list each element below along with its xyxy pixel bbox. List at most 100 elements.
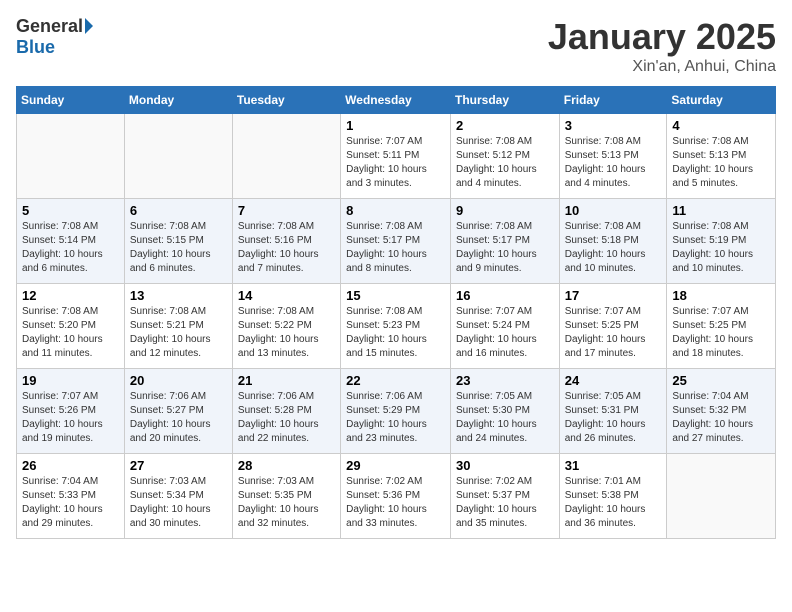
- calendar-cell: 21 Sunrise: 7:06 AMSunset: 5:28 PMDayligh…: [232, 369, 340, 454]
- day-number: 17: [565, 288, 662, 303]
- day-detail: Sunrise: 7:08 AMSunset: 5:15 PMDaylight:…: [130, 220, 227, 276]
- calendar-cell: 2 Sunrise: 7:08 AMSunset: 5:12 PMDaylight…: [450, 114, 559, 199]
- calendar-cell: 31 Sunrise: 7:01 AMSunset: 5:38 PMDayligh…: [559, 454, 667, 539]
- calendar-cell: 29 Sunrise: 7:02 AMSunset: 5:36 PMDayligh…: [341, 454, 451, 539]
- day-detail: Sunrise: 7:08 AMSunset: 5:22 PMDaylight:…: [238, 305, 335, 361]
- day-detail: Sunrise: 7:07 AMSunset: 5:24 PMDaylight:…: [456, 305, 554, 361]
- day-detail: Sunrise: 7:08 AMSunset: 5:19 PMDaylight:…: [672, 220, 770, 276]
- calendar-week-row: 19 Sunrise: 7:07 AMSunset: 5:26 PMDayligh…: [17, 369, 776, 454]
- day-detail: Sunrise: 7:07 AMSunset: 5:11 PMDaylight:…: [346, 135, 445, 191]
- day-header: Sunday: [17, 87, 125, 114]
- day-header: Wednesday: [341, 87, 451, 114]
- day-number: 28: [238, 458, 335, 473]
- calendar-cell: [17, 114, 125, 199]
- logo-triangle-icon: [85, 18, 93, 34]
- logo-general-text: General: [16, 16, 83, 37]
- logo: General Blue: [16, 16, 93, 58]
- title-block: January 2025 Xin'an, Anhui, China: [548, 16, 776, 76]
- calendar-cell: 27 Sunrise: 7:03 AMSunset: 5:34 PMDayligh…: [124, 454, 232, 539]
- calendar-cell: 22 Sunrise: 7:06 AMSunset: 5:29 PMDayligh…: [341, 369, 451, 454]
- day-detail: Sunrise: 7:08 AMSunset: 5:12 PMDaylight:…: [456, 135, 554, 191]
- day-detail: Sunrise: 7:08 AMSunset: 5:17 PMDaylight:…: [346, 220, 445, 276]
- calendar-cell: 30 Sunrise: 7:02 AMSunset: 5:37 PMDayligh…: [450, 454, 559, 539]
- day-detail: Sunrise: 7:07 AMSunset: 5:26 PMDaylight:…: [22, 390, 119, 446]
- day-number: 12: [22, 288, 119, 303]
- day-number: 16: [456, 288, 554, 303]
- calendar-cell: 25 Sunrise: 7:04 AMSunset: 5:32 PMDayligh…: [667, 369, 776, 454]
- day-detail: Sunrise: 7:08 AMSunset: 5:17 PMDaylight:…: [456, 220, 554, 276]
- day-number: 25: [672, 373, 770, 388]
- day-detail: Sunrise: 7:02 AMSunset: 5:36 PMDaylight:…: [346, 475, 445, 531]
- day-number: 3: [565, 118, 662, 133]
- calendar-cell: 15 Sunrise: 7:08 AMSunset: 5:23 PMDayligh…: [341, 284, 451, 369]
- day-detail: Sunrise: 7:08 AMSunset: 5:20 PMDaylight:…: [22, 305, 119, 361]
- day-number: 24: [565, 373, 662, 388]
- day-number: 2: [456, 118, 554, 133]
- day-number: 27: [130, 458, 227, 473]
- day-number: 9: [456, 203, 554, 218]
- day-header: Monday: [124, 87, 232, 114]
- calendar-cell: 16 Sunrise: 7:07 AMSunset: 5:24 PMDayligh…: [450, 284, 559, 369]
- day-detail: Sunrise: 7:06 AMSunset: 5:28 PMDaylight:…: [238, 390, 335, 446]
- calendar-cell: 11 Sunrise: 7:08 AMSunset: 5:19 PMDayligh…: [667, 199, 776, 284]
- day-detail: Sunrise: 7:04 AMSunset: 5:32 PMDaylight:…: [672, 390, 770, 446]
- calendar-subtitle: Xin'an, Anhui, China: [548, 58, 776, 76]
- day-detail: Sunrise: 7:08 AMSunset: 5:13 PMDaylight:…: [672, 135, 770, 191]
- day-detail: Sunrise: 7:03 AMSunset: 5:35 PMDaylight:…: [238, 475, 335, 531]
- day-number: 30: [456, 458, 554, 473]
- day-header: Saturday: [667, 87, 776, 114]
- day-detail: Sunrise: 7:01 AMSunset: 5:38 PMDaylight:…: [565, 475, 662, 531]
- calendar-cell: 3 Sunrise: 7:08 AMSunset: 5:13 PMDaylight…: [559, 114, 667, 199]
- day-detail: Sunrise: 7:08 AMSunset: 5:23 PMDaylight:…: [346, 305, 445, 361]
- calendar-table: SundayMondayTuesdayWednesdayThursdayFrid…: [16, 86, 776, 539]
- day-detail: Sunrise: 7:08 AMSunset: 5:13 PMDaylight:…: [565, 135, 662, 191]
- calendar-cell: 5Sunrise: 7:08 AMSunset: 5:14 PMDaylight…: [17, 199, 125, 284]
- day-number: 20: [130, 373, 227, 388]
- day-detail: Sunrise: 7:02 AMSunset: 5:37 PMDaylight:…: [456, 475, 554, 531]
- calendar-cell: [667, 454, 776, 539]
- day-number: 11: [672, 203, 770, 218]
- day-number: 15: [346, 288, 445, 303]
- day-number: 23: [456, 373, 554, 388]
- calendar-week-row: 1 Sunrise: 7:07 AMSunset: 5:11 PMDaylight…: [17, 114, 776, 199]
- day-number: 31: [565, 458, 662, 473]
- calendar-cell: 1 Sunrise: 7:07 AMSunset: 5:11 PMDaylight…: [341, 114, 451, 199]
- day-number: 1: [346, 118, 445, 133]
- calendar-cell: [124, 114, 232, 199]
- calendar-cell: 28 Sunrise: 7:03 AMSunset: 5:35 PMDayligh…: [232, 454, 340, 539]
- day-number: 26: [22, 458, 119, 473]
- day-number: 13: [130, 288, 227, 303]
- calendar-cell: 8 Sunrise: 7:08 AMSunset: 5:17 PMDaylight…: [341, 199, 451, 284]
- calendar-body: 1 Sunrise: 7:07 AMSunset: 5:11 PMDaylight…: [17, 114, 776, 539]
- page-header: General Blue January 2025 Xin'an, Anhui,…: [16, 16, 776, 76]
- day-detail: Sunrise: 7:08 AMSunset: 5:16 PMDaylight:…: [238, 220, 335, 276]
- day-number: 19: [22, 373, 119, 388]
- day-detail: Sunrise: 7:07 AMSunset: 5:25 PMDaylight:…: [672, 305, 770, 361]
- day-number: 8: [346, 203, 445, 218]
- day-number: 21: [238, 373, 335, 388]
- calendar-cell: 9 Sunrise: 7:08 AMSunset: 5:17 PMDaylight…: [450, 199, 559, 284]
- calendar-header-row: SundayMondayTuesdayWednesdayThursdayFrid…: [17, 87, 776, 114]
- calendar-cell: 10 Sunrise: 7:08 AMSunset: 5:18 PMDayligh…: [559, 199, 667, 284]
- day-detail: Sunrise: 7:05 AMSunset: 5:30 PMDaylight:…: [456, 390, 554, 446]
- calendar-cell: 17Sunrise: 7:07 AMSunset: 5:25 PMDayligh…: [559, 284, 667, 369]
- calendar-cell: 7Sunrise: 7:08 AMSunset: 5:16 PMDaylight…: [232, 199, 340, 284]
- day-number: 14: [238, 288, 335, 303]
- day-number: 10: [565, 203, 662, 218]
- calendar-cell: 20Sunrise: 7:06 AMSunset: 5:27 PMDayligh…: [124, 369, 232, 454]
- calendar-cell: 6 Sunrise: 7:08 AMSunset: 5:15 PMDaylight…: [124, 199, 232, 284]
- day-detail: Sunrise: 7:08 AMSunset: 5:18 PMDaylight:…: [565, 220, 662, 276]
- calendar-cell: 12 Sunrise: 7:08 AMSunset: 5:20 PMDayligh…: [17, 284, 125, 369]
- day-number: 29: [346, 458, 445, 473]
- calendar-cell: 13Sunrise: 7:08 AMSunset: 5:21 PMDayligh…: [124, 284, 232, 369]
- day-detail: Sunrise: 7:06 AMSunset: 5:29 PMDaylight:…: [346, 390, 445, 446]
- day-number: 6: [130, 203, 227, 218]
- day-number: 22: [346, 373, 445, 388]
- calendar-cell: 18Sunrise: 7:07 AMSunset: 5:25 PMDayligh…: [667, 284, 776, 369]
- day-detail: Sunrise: 7:08 AMSunset: 5:14 PMDaylight:…: [22, 220, 119, 276]
- day-detail: Sunrise: 7:03 AMSunset: 5:34 PMDaylight:…: [130, 475, 227, 531]
- day-header: Thursday: [450, 87, 559, 114]
- calendar-cell: 14 Sunrise: 7:08 AMSunset: 5:22 PMDayligh…: [232, 284, 340, 369]
- calendar-cell: 23 Sunrise: 7:05 AMSunset: 5:30 PMDayligh…: [450, 369, 559, 454]
- calendar-cell: 19 Sunrise: 7:07 AMSunset: 5:26 PMDayligh…: [17, 369, 125, 454]
